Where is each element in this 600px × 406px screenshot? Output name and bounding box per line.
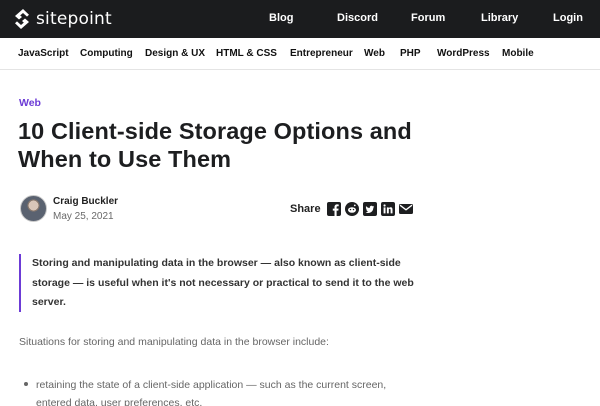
logo-text: sitepoint xyxy=(36,9,112,29)
category-design-ux[interactable]: Design & UX xyxy=(145,48,205,59)
category-bar: JavaScript Computing Design & UX HTML & … xyxy=(0,38,600,70)
category-wordpress[interactable]: WordPress xyxy=(437,48,490,59)
list-item: retaining the state of a client-side app… xyxy=(24,376,419,406)
category-computing[interactable]: Computing xyxy=(80,48,133,59)
facebook-icon[interactable] xyxy=(326,202,341,216)
twitter-icon[interactable] xyxy=(362,202,377,216)
article-category[interactable]: Web xyxy=(19,97,41,109)
publish-date: May 25, 2021 xyxy=(53,211,114,222)
top-navbar: sitepoint Blog Discord Forum Library Log… xyxy=(0,0,600,38)
article-paragraph: Situations for storing and manipulating … xyxy=(19,336,329,348)
category-entrepreneur[interactable]: Entrepreneur xyxy=(290,48,353,59)
author-avatar[interactable] xyxy=(20,195,47,222)
article-lede: Storing and manipulating data in the bro… xyxy=(19,254,414,312)
nav-blog[interactable]: Blog xyxy=(269,12,293,24)
nav-forum[interactable]: Forum xyxy=(411,12,445,24)
sitepoint-logo[interactable]: sitepoint xyxy=(14,8,112,30)
sitepoint-logo-icon xyxy=(15,9,29,29)
category-javascript[interactable]: JavaScript xyxy=(18,48,69,59)
list-item-text: retaining the state of a client-side app… xyxy=(36,379,387,406)
nav-login[interactable]: Login xyxy=(553,12,583,24)
category-web[interactable]: Web xyxy=(364,48,385,59)
nav-library[interactable]: Library xyxy=(481,12,518,24)
bullet-icon xyxy=(24,382,28,386)
reddit-icon[interactable] xyxy=(344,202,359,216)
lede-text: Storing and manipulating data in the bro… xyxy=(32,257,414,308)
linkedin-icon[interactable] xyxy=(380,202,395,216)
article-title: 10 Client-side Storage Options and When … xyxy=(18,118,412,172)
author-name[interactable]: Craig Buckler xyxy=(53,196,118,207)
nav-discord[interactable]: Discord xyxy=(337,12,378,24)
share-label: Share xyxy=(290,203,321,215)
share-bar: Share xyxy=(290,202,413,216)
category-php[interactable]: PHP xyxy=(400,48,421,59)
category-mobile[interactable]: Mobile xyxy=(502,48,534,59)
email-icon[interactable] xyxy=(398,202,413,216)
category-html-css[interactable]: HTML & CSS xyxy=(216,48,277,59)
